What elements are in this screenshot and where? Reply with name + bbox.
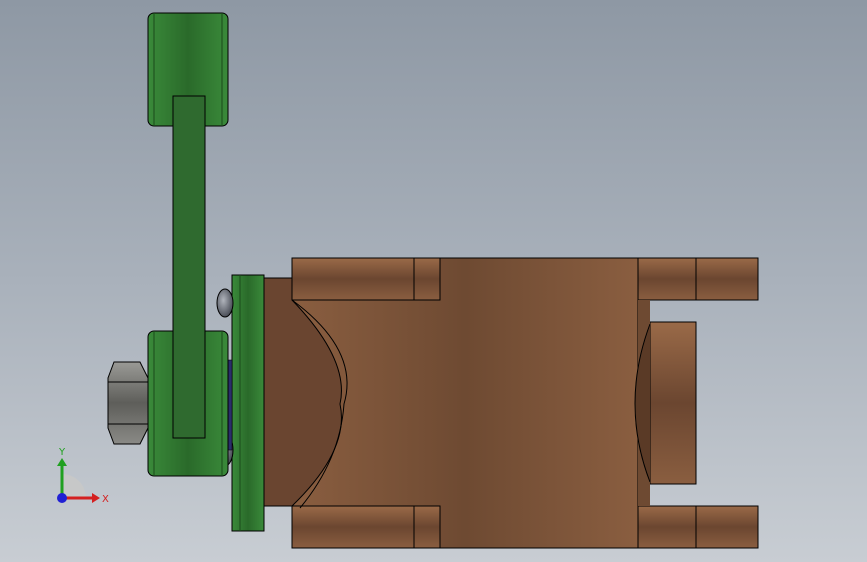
lever-handle bbox=[147, 12, 229, 477]
axis-triad: Y X bbox=[57, 447, 109, 505]
body-left-bottom-flange bbox=[291, 505, 441, 549]
valve-body bbox=[263, 257, 759, 549]
hex-nut bbox=[107, 361, 149, 445]
y-axis-label: Y bbox=[58, 447, 66, 458]
z-axis bbox=[57, 493, 67, 503]
x-axis-label: X bbox=[102, 494, 109, 505]
cad-viewport[interactable] bbox=[0, 0, 867, 562]
green-flange-plate bbox=[231, 274, 265, 532]
lever-arm bbox=[172, 95, 206, 439]
body-right-top-flange bbox=[637, 257, 759, 301]
body-right-bottom-flange bbox=[637, 505, 759, 549]
bolt-top bbox=[216, 288, 234, 318]
body-left-top-flange bbox=[291, 257, 441, 301]
